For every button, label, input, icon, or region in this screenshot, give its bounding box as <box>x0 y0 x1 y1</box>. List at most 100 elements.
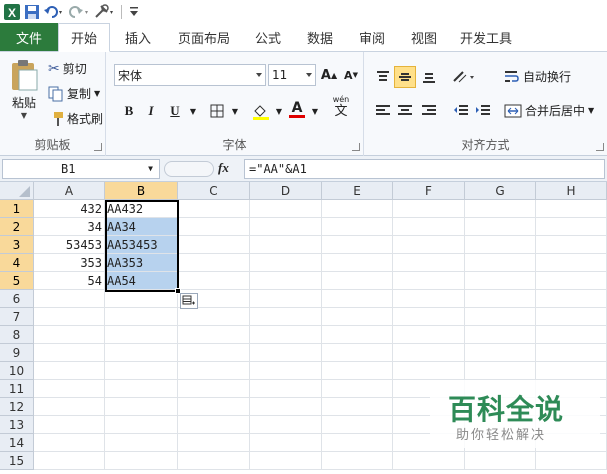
tab-home[interactable]: 开始 <box>58 23 110 52</box>
row-header-8[interactable]: 8 <box>0 326 34 344</box>
cell-d9[interactable] <box>250 344 322 362</box>
cell-c12[interactable] <box>178 398 250 416</box>
tab-formulas[interactable]: 公式 <box>242 23 294 51</box>
align-middle-icon[interactable] <box>394 66 416 88</box>
row-header-14[interactable]: 14 <box>0 434 34 452</box>
cell-c5[interactable] <box>178 272 250 290</box>
merge-dropdown-icon[interactable]: ▼ <box>588 106 594 115</box>
cut-button[interactable]: ✂ 剪切 <box>48 60 87 77</box>
column-header-h[interactable]: H <box>536 182 607 200</box>
column-header-g[interactable]: G <box>465 182 536 200</box>
cell-g2[interactable] <box>465 218 536 236</box>
cell-a14[interactable] <box>34 434 105 452</box>
formula-input[interactable]: ="AA"&A1 <box>244 159 605 179</box>
row-header-1[interactable]: 1 <box>0 200 34 218</box>
tab-review[interactable]: 审阅 <box>346 23 398 51</box>
tab-developer[interactable]: 开发工具 <box>450 23 522 51</box>
cell-g4[interactable] <box>465 254 536 272</box>
cell-h3[interactable] <box>536 236 607 254</box>
cell-c3[interactable] <box>178 236 250 254</box>
cell-h15[interactable] <box>536 452 607 470</box>
cell-b15[interactable] <box>105 452 178 470</box>
column-header-e[interactable]: E <box>322 182 393 200</box>
cell-h1[interactable] <box>536 200 607 218</box>
column-header-b[interactable]: B <box>105 182 178 200</box>
cell-b6[interactable] <box>105 290 178 308</box>
format-painter-button[interactable]: 格式刷 <box>48 110 103 127</box>
cell-b9[interactable] <box>105 344 178 362</box>
cell-c10[interactable] <box>178 362 250 380</box>
cell-e14[interactable] <box>322 434 393 452</box>
row-header-4[interactable]: 4 <box>0 254 34 272</box>
border-dropdown-icon[interactable]: ▼ <box>224 100 246 122</box>
cell-d3[interactable] <box>250 236 322 254</box>
cell-a11[interactable] <box>34 380 105 398</box>
cell-f7[interactable] <box>393 308 465 326</box>
tab-view[interactable]: 视图 <box>398 23 450 51</box>
name-box[interactable]: B1 ▼ <box>2 159 160 179</box>
cell-g7[interactable] <box>465 308 536 326</box>
font-name-select[interactable]: 宋体 <box>114 64 266 86</box>
align-bottom-icon[interactable] <box>418 66 440 88</box>
row-header-7[interactable]: 7 <box>0 308 34 326</box>
clipboard-launcher-icon[interactable] <box>94 143 102 151</box>
cell-b2[interactable]: AA34 <box>105 218 178 236</box>
cell-h2[interactable] <box>536 218 607 236</box>
cell-e13[interactable] <box>322 416 393 434</box>
shrink-font-icon[interactable]: A ▼ <box>340 64 362 86</box>
undo-icon[interactable] <box>43 2 65 22</box>
row-header-12[interactable]: 12 <box>0 398 34 416</box>
cell-e15[interactable] <box>322 452 393 470</box>
column-header-d[interactable]: D <box>250 182 322 200</box>
tab-insert[interactable]: 插入 <box>110 23 166 51</box>
cell-a1[interactable]: 432 <box>34 200 105 218</box>
excel-app-icon[interactable]: X <box>3 2 21 22</box>
align-right-icon[interactable] <box>418 100 440 122</box>
underline-dropdown-icon[interactable]: ▼ <box>182 100 204 122</box>
cell-c7[interactable] <box>178 308 250 326</box>
cell-d4[interactable] <box>250 254 322 272</box>
cell-h9[interactable] <box>536 344 607 362</box>
cell-c9[interactable] <box>178 344 250 362</box>
row-header-2[interactable]: 2 <box>0 218 34 236</box>
cell-d1[interactable] <box>250 200 322 218</box>
cell-d10[interactable] <box>250 362 322 380</box>
row-header-10[interactable]: 10 <box>0 362 34 380</box>
cell-e3[interactable] <box>322 236 393 254</box>
cell-b8[interactable] <box>105 326 178 344</box>
italic-button[interactable]: I <box>140 100 162 122</box>
cell-c14[interactable] <box>178 434 250 452</box>
align-top-icon[interactable] <box>372 66 394 88</box>
merge-center-button[interactable]: 合并后居中 ▼ <box>504 102 594 119</box>
cell-e12[interactable] <box>322 398 393 416</box>
row-header-9[interactable]: 9 <box>0 344 34 362</box>
tab-data[interactable]: 数据 <box>294 23 346 51</box>
cell-b11[interactable] <box>105 380 178 398</box>
cell-c8[interactable] <box>178 326 250 344</box>
select-all-corner[interactable] <box>0 182 34 200</box>
cell-c1[interactable] <box>178 200 250 218</box>
font-color-dropdown-icon[interactable]: ▼ <box>304 100 326 122</box>
cell-a3[interactable]: 53453 <box>34 236 105 254</box>
cell-e9[interactable] <box>322 344 393 362</box>
cell-f15[interactable] <box>393 452 465 470</box>
cell-b5[interactable]: AA54 <box>105 272 178 290</box>
align-center-icon[interactable] <box>394 100 416 122</box>
cell-g3[interactable] <box>465 236 536 254</box>
cell-d7[interactable] <box>250 308 322 326</box>
cell-h10[interactable] <box>536 362 607 380</box>
cell-b10[interactable] <box>105 362 178 380</box>
cell-g5[interactable] <box>465 272 536 290</box>
column-header-a[interactable]: A <box>34 182 105 200</box>
cell-b14[interactable] <box>105 434 178 452</box>
cell-f9[interactable] <box>393 344 465 362</box>
wrap-text-button[interactable]: 自动换行 <box>504 68 571 85</box>
decrease-indent-icon[interactable] <box>450 100 472 122</box>
cell-e7[interactable] <box>322 308 393 326</box>
cell-h6[interactable] <box>536 290 607 308</box>
cell-e8[interactable] <box>322 326 393 344</box>
cell-c4[interactable] <box>178 254 250 272</box>
cell-d8[interactable] <box>250 326 322 344</box>
cell-c11[interactable] <box>178 380 250 398</box>
redo-icon[interactable] <box>68 2 90 22</box>
